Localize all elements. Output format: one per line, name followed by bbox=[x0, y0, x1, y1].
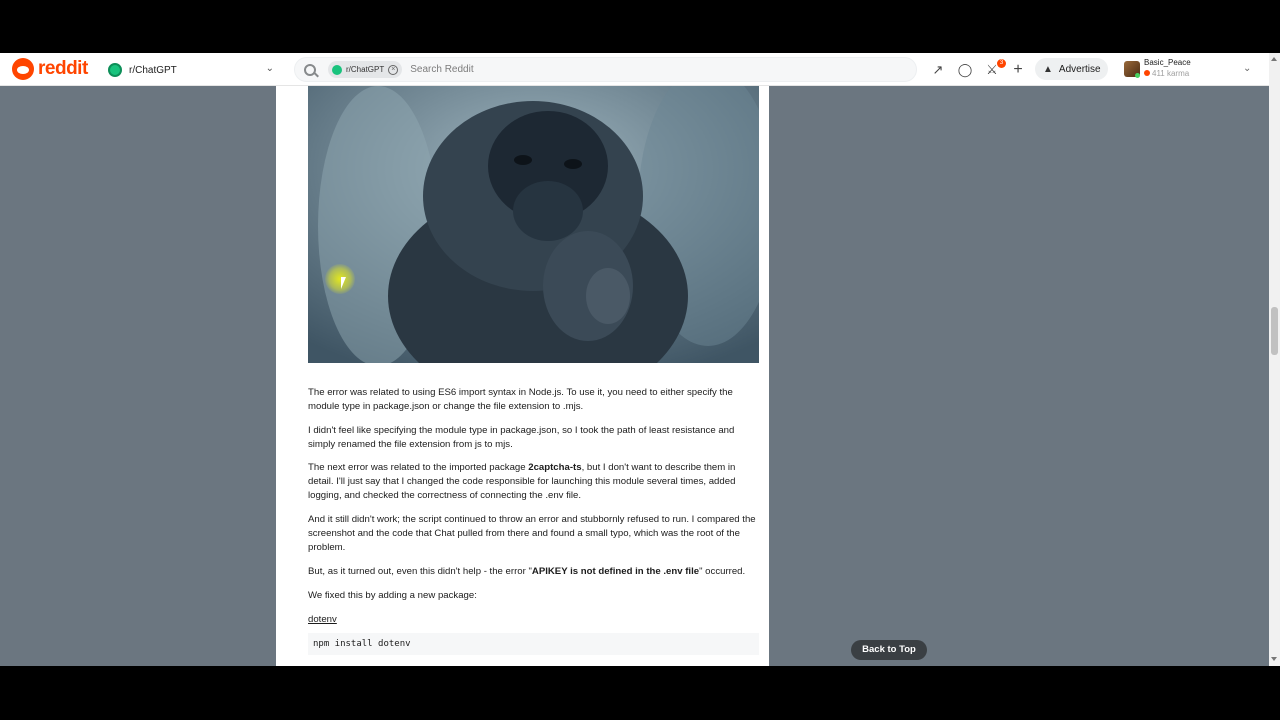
post-paragraph-3: The next error was related to the import… bbox=[308, 461, 760, 503]
search-chip-label: r/ChatGPT bbox=[346, 65, 385, 74]
package-name-2captcha: 2captcha-ts bbox=[528, 462, 582, 473]
popular-icon[interactable]: ↗ bbox=[930, 62, 946, 78]
reddit-logo-text: reddit bbox=[38, 58, 88, 79]
online-status-dot bbox=[1135, 73, 1140, 78]
scroll-up-arrow-icon[interactable] bbox=[1271, 57, 1277, 61]
search-community-chip: r/ChatGPT × bbox=[328, 61, 403, 78]
post-paragraph-4: And it still didn't work; the script con… bbox=[308, 514, 756, 553]
karma-count: 411 karma bbox=[1144, 69, 1189, 78]
karma-label: 411 karma bbox=[1152, 69, 1190, 78]
search-bar[interactable]: r/ChatGPT × Search Reddit bbox=[294, 57, 917, 82]
create-post-icon[interactable]: + bbox=[1010, 62, 1026, 78]
paragraph-3-prefix: The next error was related to the import… bbox=[308, 462, 529, 473]
advertise-button[interactable]: ▲ Advertise bbox=[1035, 58, 1108, 80]
community-name: r/ChatGPT bbox=[129, 64, 177, 76]
chevron-down-icon: ⌄ bbox=[1243, 63, 1252, 74]
post-paragraph-5: But, as it turned out, even this didn't … bbox=[308, 565, 760, 579]
post-content: The error was related to using ES6 impor… bbox=[276, 86, 769, 666]
reddit-logo[interactable]: reddit bbox=[12, 58, 88, 80]
notification-badge: 3 bbox=[997, 59, 1006, 68]
user-menu[interactable]: Basic_Peace 411 karma ⌄ bbox=[1124, 56, 1254, 83]
karma-icon bbox=[1144, 70, 1150, 76]
gorilla-illustration bbox=[308, 86, 759, 363]
chevron-down-icon: ⌄ bbox=[265, 63, 274, 74]
code-block: npm install dotenv bbox=[308, 633, 759, 655]
username: Basic_Peace bbox=[1144, 58, 1191, 67]
community-switcher[interactable]: r/ChatGPT ⌄ bbox=[108, 61, 276, 79]
screen-top-border bbox=[0, 0, 1280, 53]
scroll-down-arrow-icon[interactable] bbox=[1271, 657, 1277, 661]
post-paragraph-1: The error was related to using ES6 impor… bbox=[308, 387, 733, 412]
search-input[interactable]: Search Reddit bbox=[410, 64, 473, 75]
reddit-logo-icon bbox=[12, 58, 34, 80]
megaphone-icon: ▲ bbox=[1043, 63, 1053, 75]
mouse-cursor-icon bbox=[341, 277, 351, 289]
advertise-label: Advertise bbox=[1058, 63, 1101, 75]
search-icon bbox=[304, 63, 316, 76]
post-paragraph-2: I didn't feel like specifying the module… bbox=[308, 425, 735, 450]
chatgpt-subreddit-icon bbox=[108, 63, 122, 77]
clear-chip-icon[interactable]: × bbox=[388, 64, 399, 75]
post-paragraph-6: We fixed this by adding a new package: bbox=[308, 590, 477, 601]
paragraph-5-suffix: " occurred. bbox=[699, 566, 746, 577]
back-to-top-button[interactable]: Back to Top bbox=[851, 640, 927, 660]
scrollbar-thumb[interactable] bbox=[1271, 307, 1278, 355]
post-image-thinking-gorilla[interactable] bbox=[308, 86, 759, 363]
screen-bottom-border bbox=[0, 666, 1280, 720]
error-message-text: APIKEY is not defined in the .env file bbox=[531, 566, 700, 577]
chat-icon[interactable]: ◯ bbox=[957, 62, 973, 78]
dotenv-link[interactable]: dotenv bbox=[308, 614, 337, 625]
paragraph-5-prefix: But, as it turned out, even this didn't … bbox=[308, 566, 532, 577]
page-scrollbar[interactable] bbox=[1269, 53, 1280, 666]
chatgpt-chip-icon bbox=[332, 64, 342, 75]
